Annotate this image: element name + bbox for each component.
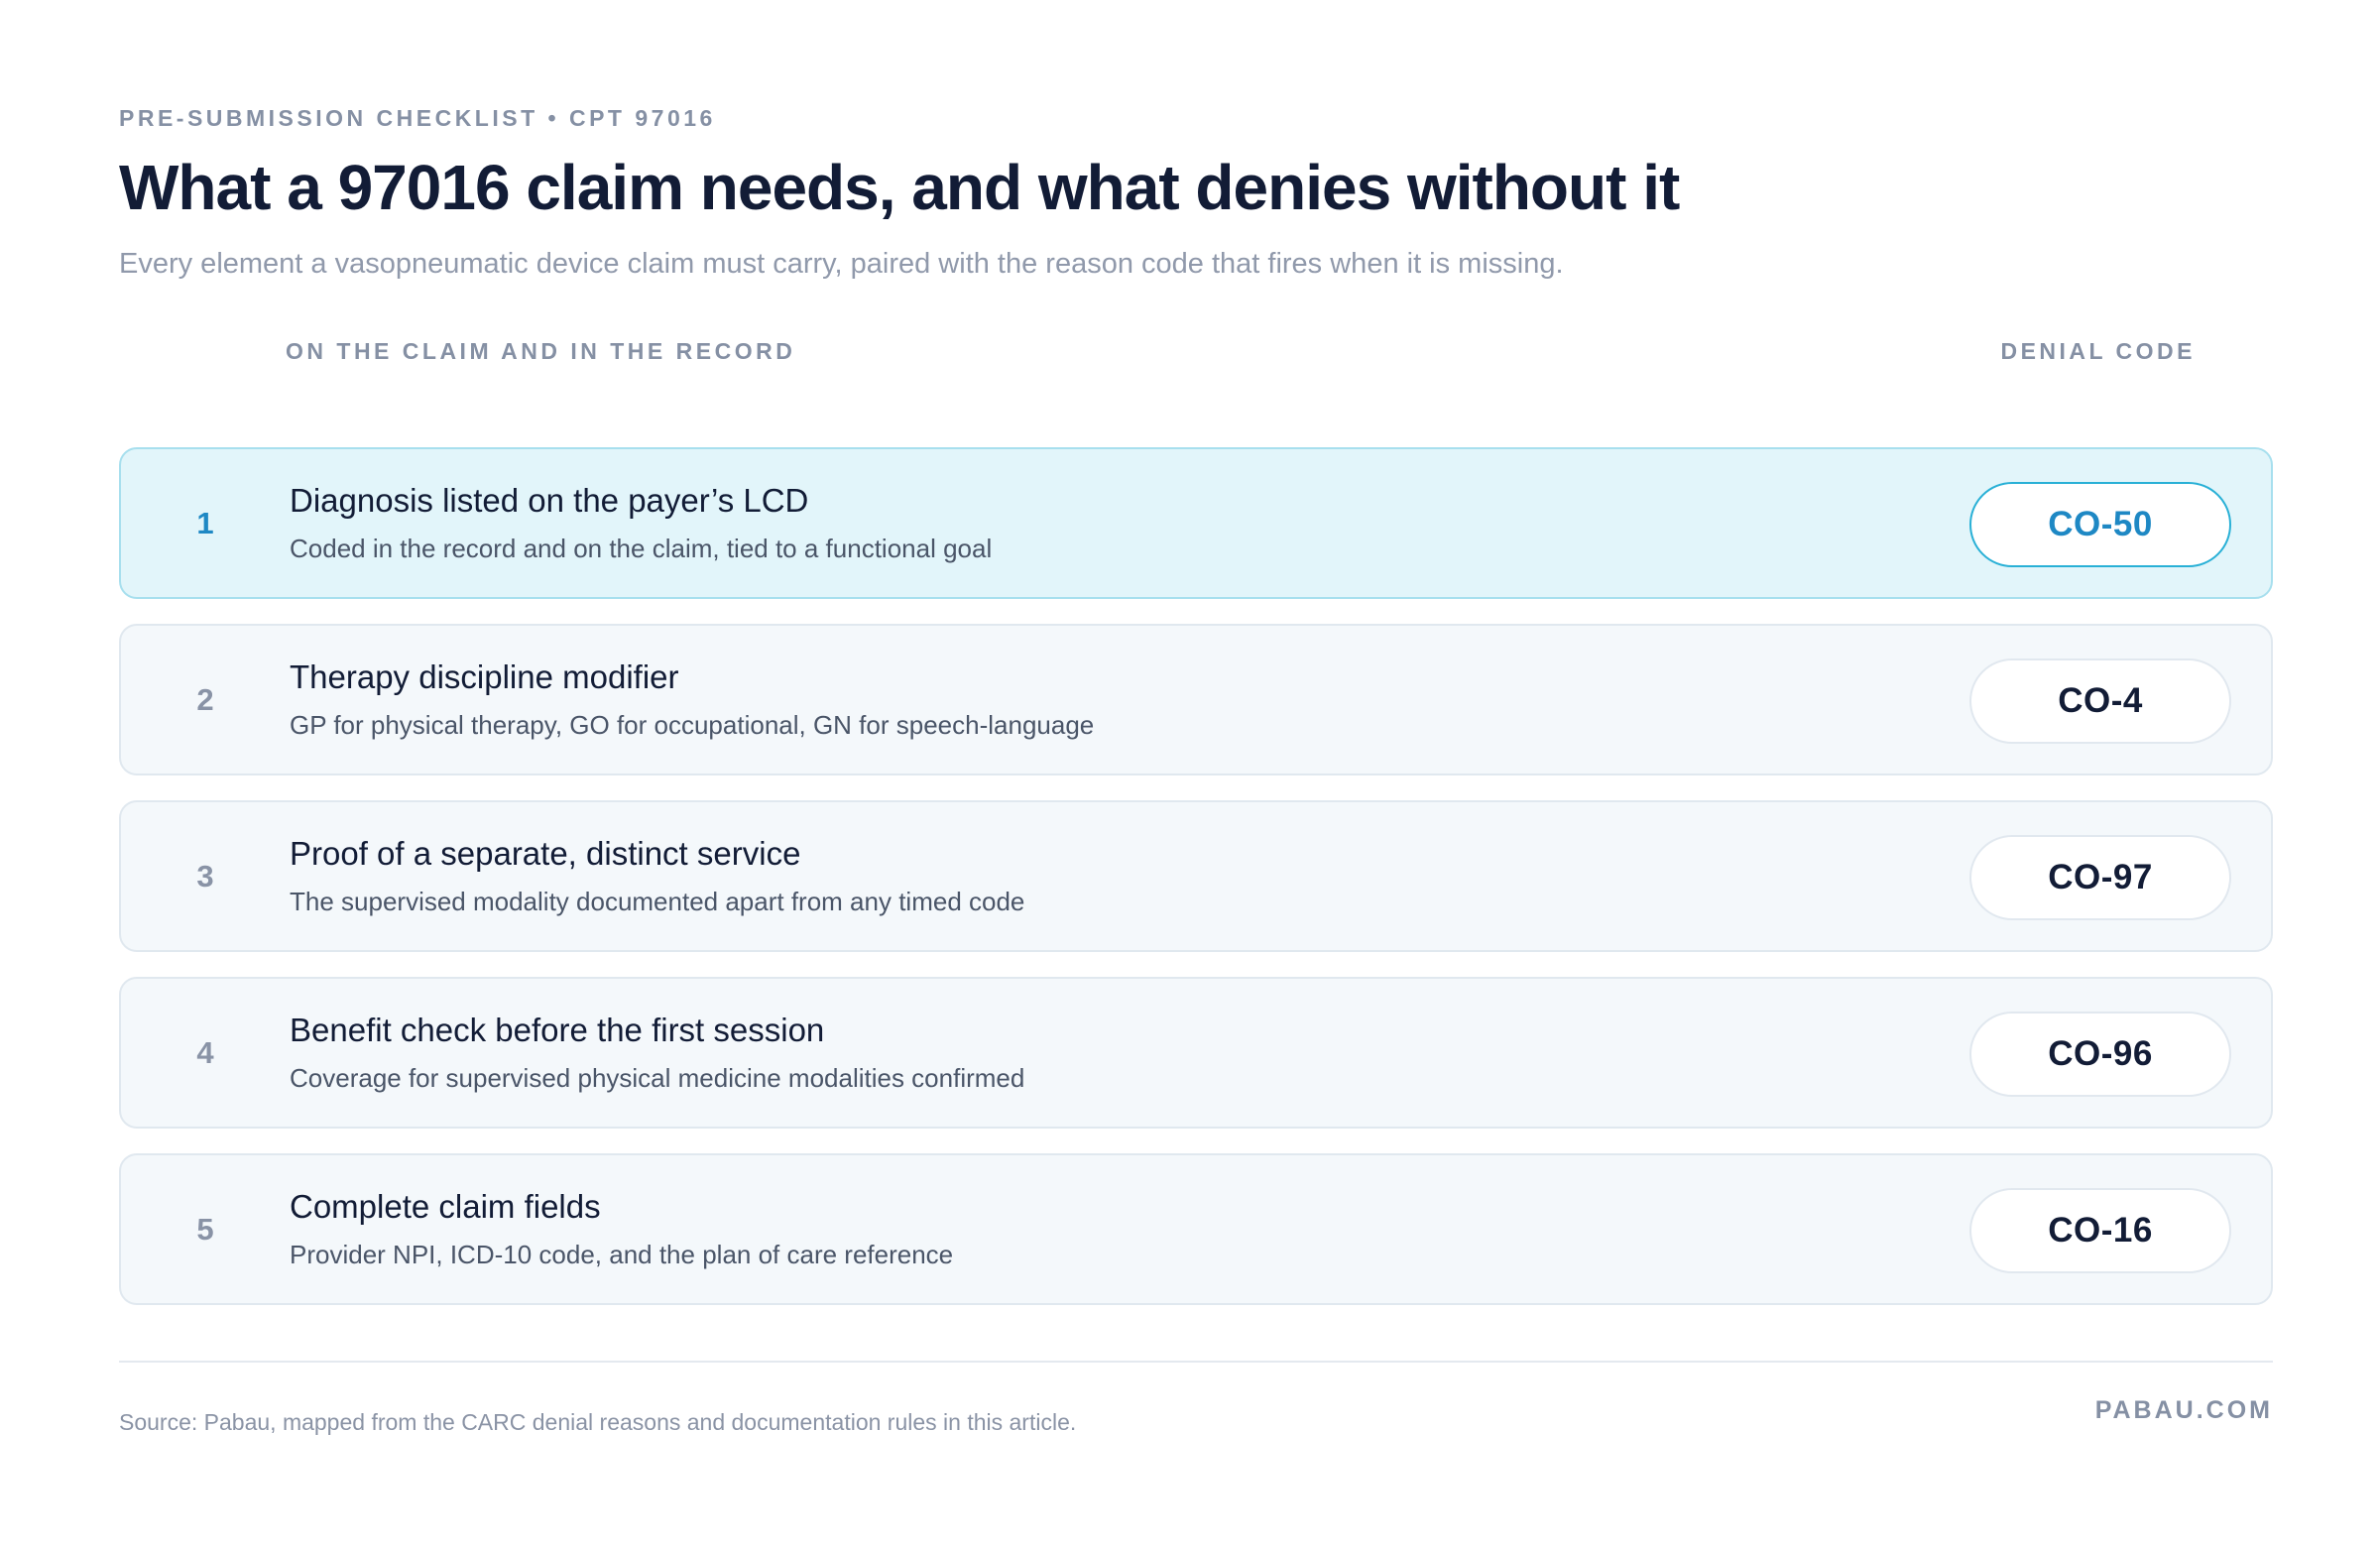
- brand-wordmark: PABAU.COM: [2094, 1396, 2273, 1424]
- denial-code-badge: CO-96: [1969, 1012, 2231, 1097]
- row-text: Benefit check before the first session C…: [290, 1012, 1024, 1094]
- eyebrow-label: PRE-SUBMISSION CHECKLIST • CPT 97016: [119, 105, 716, 131]
- checklist-row: 4 Benefit check before the first session…: [119, 977, 2273, 1129]
- row-number: 5: [196, 1211, 214, 1247]
- row-description: The supervised modality documented apart…: [290, 887, 1025, 916]
- checklist-row: 1 Diagnosis listed on the payer’s LCD Co…: [119, 447, 2273, 599]
- checklist-row: 2 Therapy discipline modifier GP for phy…: [119, 624, 2273, 776]
- row-text: Proof of a separate, distinct service Th…: [290, 835, 1024, 917]
- column-header-denial-code: DENIAL CODE: [2000, 338, 2196, 364]
- row-title: Proof of a separate, distinct service: [290, 835, 801, 872]
- row-title: Diagnosis listed on the payer’s LCD: [290, 482, 809, 519]
- row-number: 3: [196, 858, 214, 894]
- checklist-page: PRE-SUBMISSION CHECKLIST • CPT 97016 Wha…: [119, 0, 2273, 1551]
- row-number: 1: [196, 505, 214, 540]
- row-title: Complete claim fields: [290, 1188, 601, 1225]
- row-description: Provider NPI, ICD-10 code, and the plan …: [290, 1240, 954, 1269]
- row-description: Coverage for supervised physical medicin…: [290, 1063, 1025, 1093]
- page-subtitle: Every element a vasopneumatic device cla…: [119, 248, 1564, 280]
- row-number: 4: [196, 1034, 214, 1070]
- row-text: Diagnosis listed on the payer’s LCD Code…: [290, 482, 992, 564]
- denial-code-badge: CO-97: [1969, 835, 2231, 920]
- row-text: Complete claim fields Provider NPI, ICD-…: [290, 1188, 953, 1270]
- page-title: What a 97016 claim needs, and what denie…: [119, 152, 1680, 223]
- denial-code-badge: CO-16: [1969, 1188, 2231, 1273]
- row-description: Coded in the record and on the claim, ti…: [290, 534, 993, 563]
- row-title: Benefit check before the first session: [290, 1012, 825, 1048]
- source-note: Source: Pabau, mapped from the CARC deni…: [119, 1409, 1077, 1435]
- row-text: Therapy discipline modifier GP for physi…: [290, 658, 1094, 741]
- column-header-requirement: ON THE CLAIM AND IN THE RECORD: [286, 338, 796, 364]
- row-description: GP for physical therapy, GO for occupati…: [290, 710, 1095, 740]
- checklist-row: 5 Complete claim fields Provider NPI, IC…: [119, 1153, 2273, 1305]
- denial-code-badge: CO-4: [1969, 658, 2231, 744]
- checklist-rows: 1 Diagnosis listed on the payer’s LCD Co…: [119, 447, 2273, 1330]
- denial-code-badge: CO-50: [1969, 482, 2231, 567]
- footer-divider: [119, 1361, 2273, 1363]
- checklist-row: 3 Proof of a separate, distinct service …: [119, 800, 2273, 952]
- row-title: Therapy discipline modifier: [290, 658, 679, 695]
- row-number: 2: [196, 681, 214, 717]
